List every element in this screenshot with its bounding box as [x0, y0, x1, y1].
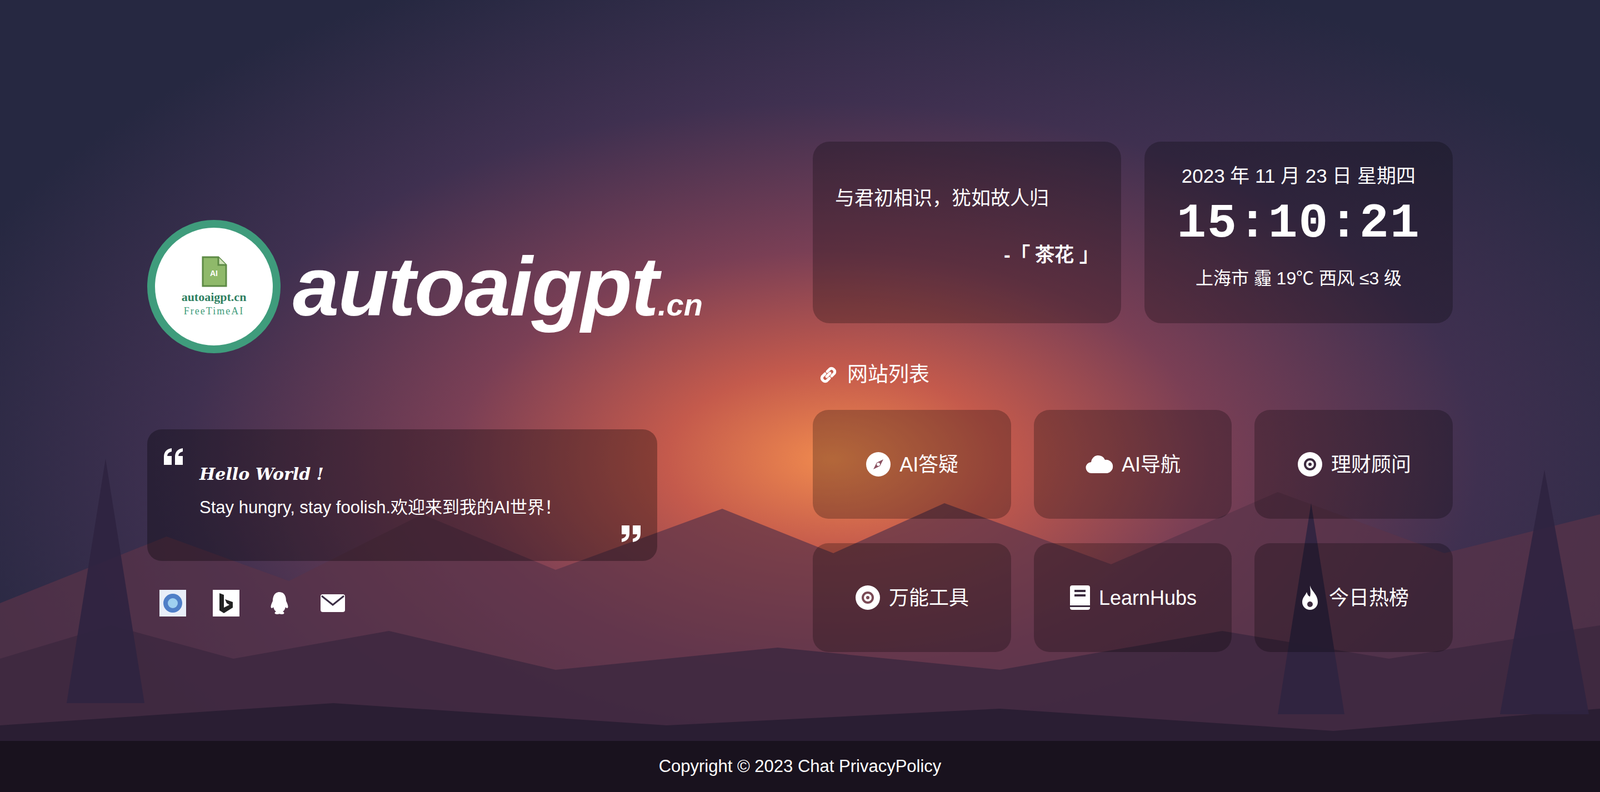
site-label: 理财顾问 [1331, 452, 1412, 478]
sites-heading: 网站列表 [812, 362, 1453, 388]
quote-card: Hello World ! Stay hungry, stay foolish.… [147, 429, 658, 562]
site-label: LearnHubs [1098, 585, 1197, 611]
social-links [147, 590, 658, 617]
mail-icon[interactable] [319, 590, 347, 617]
fire-icon [1298, 584, 1322, 612]
sites-title: 网站列表 [847, 362, 930, 388]
site-label: AI答疑 [899, 452, 959, 478]
profile-column: AI autoaigpt.cn FreeTimeAI autoaigpt .cn… [147, 0, 658, 742]
quote-close-icon [621, 525, 641, 543]
footer: Copyright © 2023 Chat PrivacyPolicy [0, 741, 1600, 792]
motto-card: 与君初相识，犹如故人归 -「 茶花 」 [812, 141, 1122, 324]
clock-date: 2023 年 11 月 23 日 星期四 [1181, 163, 1416, 189]
book-icon [1068, 584, 1092, 612]
site-button[interactable]: LearnHubs [1033, 543, 1233, 653]
site-button[interactable]: 万能工具 [812, 543, 1012, 653]
disc-icon [854, 584, 882, 612]
site-button[interactable]: AI答疑 [812, 410, 1012, 519]
clock-card: 2023 年 11 月 23 日 星期四 15:10:21 上海市 霾 19℃ … [1144, 141, 1453, 324]
logo-slogan: FreeTimeAI [183, 305, 244, 318]
quote-open-icon [163, 448, 183, 465]
brand-name: autoaigpt [292, 245, 658, 329]
brand-title: autoaigpt .cn [292, 245, 703, 329]
logo-domain: autoaigpt.cn [181, 289, 247, 305]
logo-badge: AI [200, 269, 228, 278]
file-icon: AI [200, 256, 228, 288]
quote-title: Hello World ! [199, 463, 605, 485]
footer-text: Copyright © 2023 Chat PrivacyPolicy [658, 753, 942, 780]
link-icon [817, 363, 840, 387]
site-label: 今日热榜 [1328, 585, 1409, 611]
brand-suffix: .cn [657, 289, 703, 321]
compass-icon [865, 451, 892, 478]
site-button[interactable]: AI导航 [1033, 410, 1233, 519]
site-button[interactable]: 今日热榜 [1254, 543, 1453, 653]
motto-author: -「 茶花 」 [1003, 242, 1099, 268]
logo[interactable]: AI autoaigpt.cn FreeTimeAI [147, 220, 281, 354]
info-cards: 与君初相识，犹如故人归 -「 茶花 」 2023 年 11 月 23 日 星期四… [812, 141, 1453, 324]
site-button[interactable]: 理财顾问 [1254, 410, 1453, 519]
cloud-icon [1085, 453, 1114, 476]
clock-weather: 上海市 霾 19℃ 西风 ≤3 级 [1195, 267, 1402, 290]
blog-icon[interactable] [159, 590, 187, 617]
motto-text: 与君初相识，犹如故人归 [835, 186, 1099, 211]
brand-row: AI autoaigpt.cn FreeTimeAI autoaigpt .cn [147, 220, 658, 354]
site-label: AI导航 [1121, 452, 1181, 478]
disc-icon [1296, 451, 1324, 478]
bing-icon[interactable] [212, 590, 240, 617]
quote-text: Stay hungry, stay foolish.欢迎来到我的AI世界！ [199, 497, 605, 519]
site-label: 万能工具 [888, 585, 969, 611]
qq-icon[interactable] [266, 590, 293, 617]
dashboard-column: 与君初相识，犹如故人归 -「 茶花 」 2023 年 11 月 23 日 星期四… [812, 0, 1453, 742]
clock-time: 15:10:21 [1176, 199, 1420, 249]
site-grid: AI答疑 AI导航 理财顾问万能工具 LearnHubs 今日热榜 [812, 410, 1453, 653]
